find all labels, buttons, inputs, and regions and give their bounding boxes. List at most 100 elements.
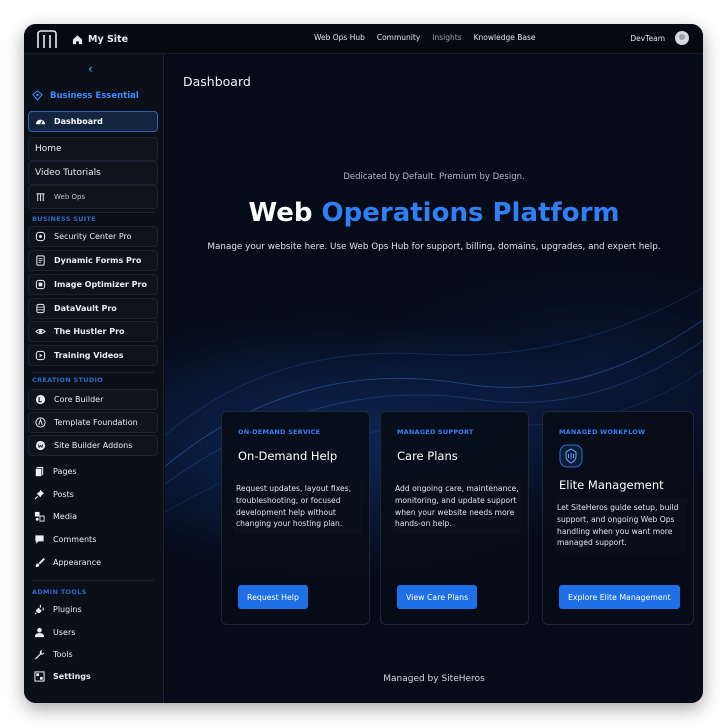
sidebar-item-video-tutorials[interactable]: Video Tutorials (28, 161, 158, 185)
video-icon (35, 350, 46, 361)
diamond-icon (32, 90, 43, 101)
sidebar-item-label: Media (53, 512, 78, 521)
sidebar-item-label: DataVault Pro (54, 304, 117, 313)
app-window: My Site Web Ops Hub Community Insights K… (24, 24, 703, 703)
sidebar-item-settings[interactable]: Settings (28, 666, 158, 687)
pin-icon (34, 489, 45, 500)
card-eyebrow: MANAGED SUPPORT (397, 428, 474, 436)
dashboard-gauge-icon (35, 119, 46, 125)
user-icon (34, 627, 45, 638)
sidebar-item-posts[interactable]: Posts (28, 484, 158, 505)
sidebar-item-datavault-pro[interactable]: DataVault Pro (28, 298, 158, 319)
main-content: Dashboard Dedicated by Default. Premium … (165, 54, 703, 703)
sidebar-item-label: Tools (53, 650, 73, 659)
sidebar-item-label: Dynamic Forms Pro (54, 256, 142, 265)
sidebar: ‹ Business Essential Dashboard Home Vide… (24, 54, 164, 703)
section-admin-tools: ADMIN TOOLS (32, 588, 87, 596)
sidebar-item-comments[interactable]: Comments (28, 529, 158, 550)
sidebar-item-the-hustler-pro[interactable]: The Hustler Pro (28, 321, 158, 342)
sidebar-item-label: Posts (53, 490, 74, 499)
sidebar-item-tools[interactable]: Tools (28, 644, 158, 665)
shield-icon (35, 231, 46, 242)
nav-web-ops-hub[interactable]: Web Ops Hub (314, 33, 365, 42)
sidebar-item-dynamic-forms-pro[interactable]: Dynamic Forms Pro (28, 250, 158, 271)
sidebar-item-appearance[interactable]: Appearance (28, 552, 158, 573)
sidebar-item-dashboard[interactable]: Dashboard (28, 111, 158, 132)
card-body: Add ongoing care, maintenance, monitorin… (393, 479, 521, 535)
card-title: Care Plans (397, 449, 458, 463)
form-icon (36, 255, 45, 266)
sidebar-divider (32, 580, 154, 581)
sidebar-item-template-foundation[interactable]: Template Foundation (28, 412, 158, 433)
explore-elite-management-button[interactable]: Explore Elite Management (559, 585, 680, 609)
sidebar-item-web-ops[interactable]: Web Ops (28, 185, 158, 209)
sidebar-item-label: Dashboard (54, 117, 103, 126)
builder-icon (35, 394, 46, 405)
sidebar-item-label: Settings (53, 672, 91, 681)
plug-icon (34, 604, 44, 615)
sidebar-item-plugins[interactable]: Plugins (28, 599, 158, 620)
hero-heading: Web Operations Platform (165, 198, 703, 228)
sidebar-brand-label: Business Essential (50, 90, 139, 101)
sidebar-item-site-builder-addons[interactable]: Site Builder Addons (28, 435, 158, 456)
elite-badge-icon (559, 444, 583, 468)
database-icon (36, 303, 45, 314)
home-icon (72, 34, 83, 44)
sidebar-divider (32, 212, 154, 213)
site-home-link[interactable]: My Site (72, 32, 128, 46)
card-body: Let SiteHeros guide setup, build support… (555, 498, 687, 554)
card-title: On-Demand Help (238, 449, 338, 463)
sidebar-item-label: Core Builder (54, 395, 104, 404)
user-menu[interactable]: DevTeam (630, 31, 689, 45)
sidebar-item-training-videos[interactable]: Training Videos (28, 345, 158, 366)
card-on-demand-help: ON-DEMAND SERVICE On-Demand Help Request… (221, 411, 370, 625)
platform-logo-icon[interactable] (36, 29, 58, 49)
nav-insights[interactable]: Insights (432, 33, 461, 42)
nav-knowledge-base[interactable]: Knowledge Base (474, 33, 536, 42)
media-icon (34, 511, 45, 522)
template-icon (35, 417, 46, 428)
footer-managed-by: Managed by SiteHeros (383, 674, 485, 684)
sidebar-divider (32, 372, 154, 373)
sidebar-item-image-optimizer-pro[interactable]: Image Optimizer Pro (28, 274, 158, 295)
brush-icon (35, 557, 45, 568)
settings-grid-icon (34, 671, 45, 682)
page-title: Dashboard (183, 74, 251, 89)
sidebar-item-home[interactable]: Home (28, 137, 158, 161)
avatar[interactable] (675, 31, 689, 45)
nav-community[interactable]: Community (377, 33, 420, 42)
card-care-plans: MANAGED SUPPORT Care Plans Add ongoing c… (380, 411, 529, 625)
view-care-plans-button[interactable]: View Care Plans (397, 585, 478, 609)
request-help-button[interactable]: Request Help (238, 585, 308, 609)
hero-heading-accent: Operations Platform (321, 198, 620, 228)
sidebar-item-media[interactable]: Media (28, 506, 158, 527)
sidebar-item-label: Pages (53, 467, 77, 476)
sidebar-item-core-builder[interactable]: Core Builder (28, 389, 158, 410)
card-elite-management: MANAGED WORKFLOW Elite Management Let Si… (542, 411, 694, 625)
card-body: Request updates, layout fixes, troublesh… (234, 479, 362, 535)
sidebar-item-label: Security Center Pro (54, 232, 132, 241)
sidebar-item-label: Video Tutorials (35, 168, 101, 178)
sidebar-item-label: Appearance (53, 558, 102, 567)
eye-icon (35, 328, 46, 335)
sidebar-item-users[interactable]: Users (28, 622, 158, 643)
sidebar-item-label: Users (53, 628, 76, 637)
section-creation-studio: CREATION STUDIO (32, 376, 104, 384)
sidebar-item-pages[interactable]: Pages (28, 461, 158, 482)
image-icon (35, 279, 46, 290)
comment-icon (35, 535, 44, 544)
addons-icon (35, 440, 46, 451)
sidebar-item-security-center-pro[interactable]: Security Center Pro (28, 226, 158, 247)
site-title: My Site (88, 33, 129, 45)
web-ops-icon (36, 192, 45, 201)
card-eyebrow: MANAGED WORKFLOW (559, 428, 646, 436)
sidebar-item-label: Image Optimizer Pro (54, 280, 147, 289)
sidebar-brand[interactable]: Business Essential (32, 90, 139, 101)
sidebar-item-label: Site Builder Addons (54, 441, 133, 450)
collapse-sidebar-icon[interactable]: ‹ (88, 62, 93, 76)
top-bar: My Site Web Ops Hub Community Insights K… (24, 24, 703, 54)
card-eyebrow: ON-DEMAND SERVICE (238, 428, 321, 436)
user-name: DevTeam (630, 33, 665, 43)
pages-icon (35, 466, 44, 477)
sidebar-item-label: Home (35, 144, 62, 154)
